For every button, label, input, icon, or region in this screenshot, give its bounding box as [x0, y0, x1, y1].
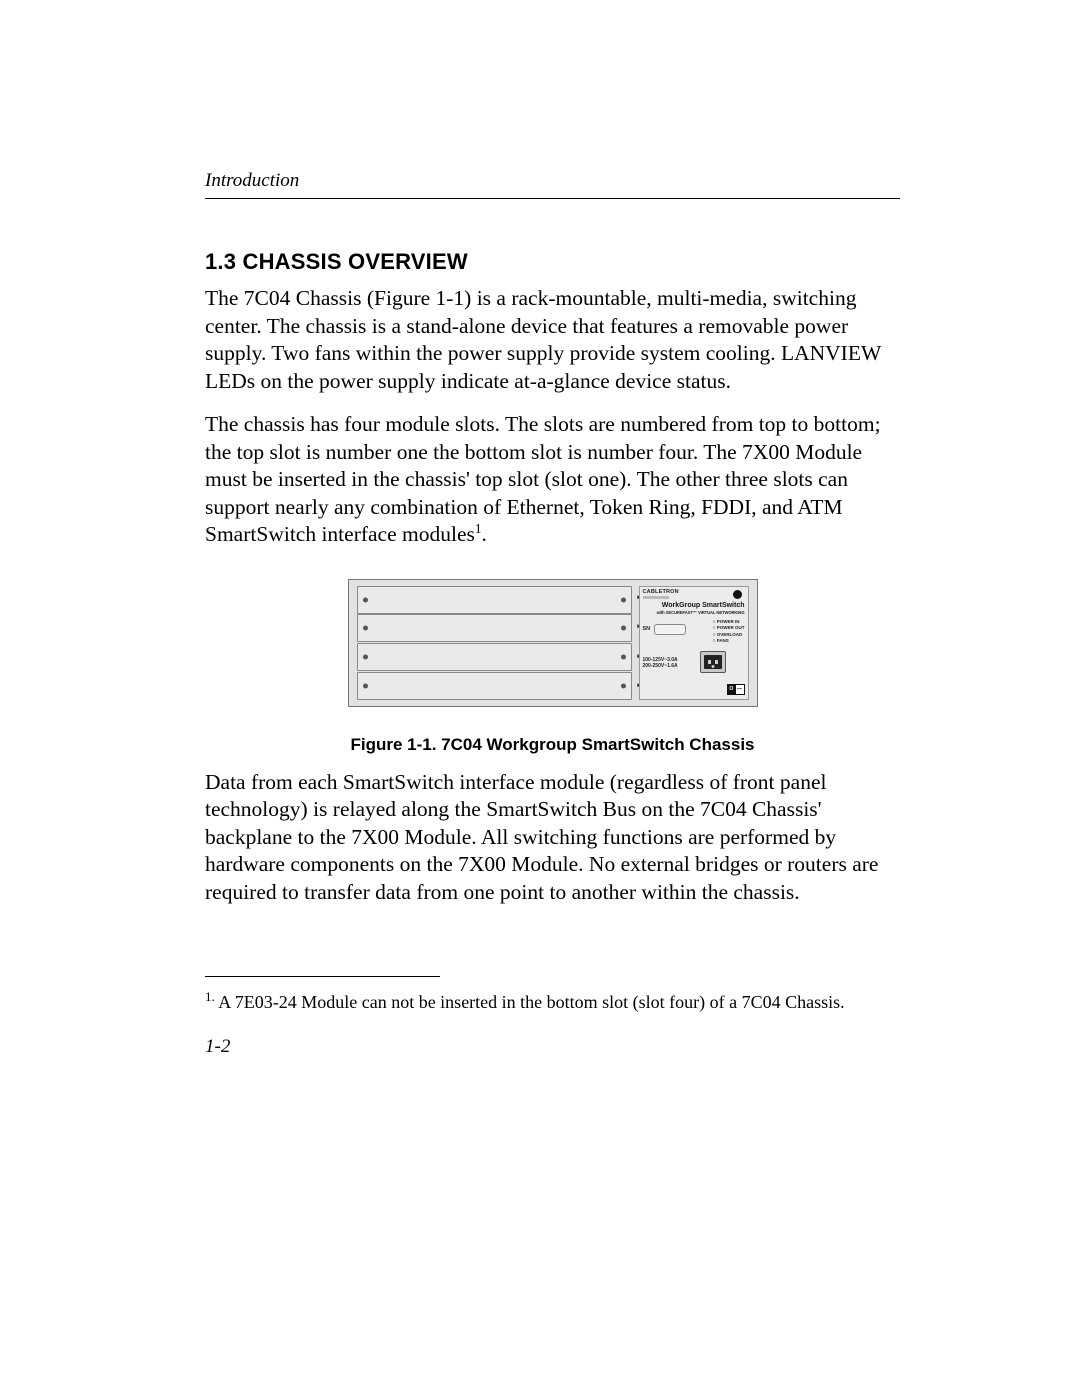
paragraph-2b: .: [482, 522, 487, 546]
document-page: Introduction 1.3 CHASSIS OVERVIEW The 7C…: [0, 0, 1080, 1397]
psu-sn-label: SN: [643, 626, 651, 632]
slot-4: [357, 672, 632, 700]
paragraph-1: The 7C04 Chassis (Figure 1-1) is a rack-…: [205, 285, 900, 395]
led-fans: FANS: [712, 638, 744, 645]
footnote-text: A 7E03-24 Module can not be inserted in …: [215, 992, 845, 1012]
power-switch-icon: O —: [727, 684, 745, 695]
psu-title: WorkGroup SmartSwitch: [640, 602, 748, 609]
power-supply-panel: CABLETRON WorkGroup SmartSwitch with SEC…: [639, 586, 749, 700]
psu-volts-1: 100-125V~3.0A: [643, 657, 678, 663]
chassis-diagram: ▸1 ▸2 ▸3 ▸4 CABLETRON WorkGroup SmartSwi…: [348, 579, 758, 707]
psu-voltage: 100-125V~3.0A 200-250V~1.6A: [643, 657, 678, 669]
footnote-marker: 1.: [205, 989, 215, 1004]
psu-subtitle: with SECUREFAST™ VIRTUAL NETWORKING: [640, 610, 748, 615]
psu-knob-icon: [733, 590, 742, 599]
paragraph-2a: The chassis has four module slots. The s…: [205, 412, 881, 546]
paragraph-2: The chassis has four module slots. The s…: [205, 411, 900, 549]
led-power-out: POWER OUT: [712, 625, 744, 632]
switch-off: —: [736, 685, 744, 694]
section-heading: 1.3 CHASSIS OVERVIEW: [205, 249, 900, 275]
footnote: 1. A 7E03-24 Module can not be inserted …: [205, 991, 900, 1014]
page-number: 1-2: [205, 1036, 900, 1058]
slot-1: [357, 586, 632, 614]
figure-caption: Figure 1-1. 7C04 Workgroup SmartSwitch C…: [205, 735, 900, 755]
power-plug-icon: [700, 651, 726, 673]
psu-brand-underline: [643, 596, 669, 599]
psu-sn-box: [654, 624, 686, 635]
psu-volts-2: 200-250V~1.6A: [643, 663, 678, 669]
running-head: Introduction: [205, 170, 900, 192]
footnote-ref: 1: [475, 521, 482, 536]
slot-2: [357, 614, 632, 642]
switch-on: O: [728, 685, 736, 694]
paragraph-3: Data from each SmartSwitch interface mod…: [205, 769, 900, 907]
psu-brand: CABLETRON: [643, 589, 679, 595]
chassis-slots: [357, 586, 632, 700]
psu-led-list: POWER IN POWER OUT OVERLOAD FANS: [712, 619, 744, 645]
footnote-rule: [205, 976, 440, 977]
figure-chassis: ▸1 ▸2 ▸3 ▸4 CABLETRON WorkGroup SmartSwi…: [348, 579, 758, 707]
header-rule: [205, 198, 900, 199]
slot-3: [357, 643, 632, 671]
